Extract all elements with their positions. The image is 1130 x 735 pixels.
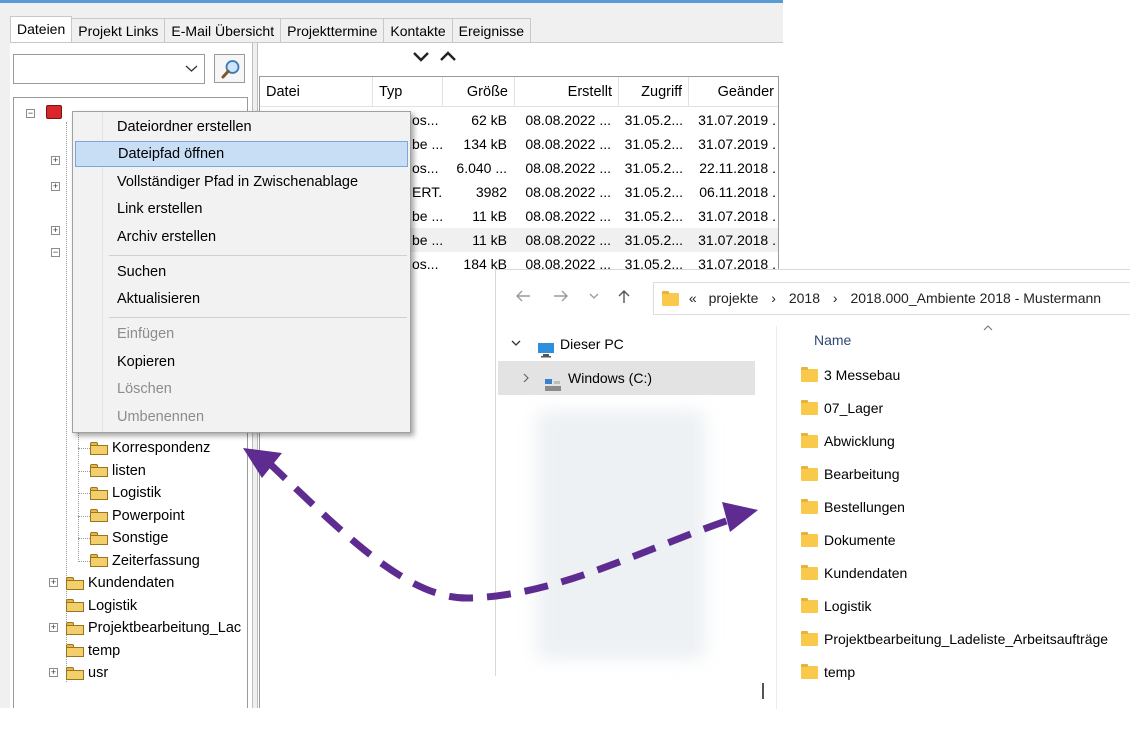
annotation-arrow [243,448,758,602]
arrowhead-right [722,502,758,532]
